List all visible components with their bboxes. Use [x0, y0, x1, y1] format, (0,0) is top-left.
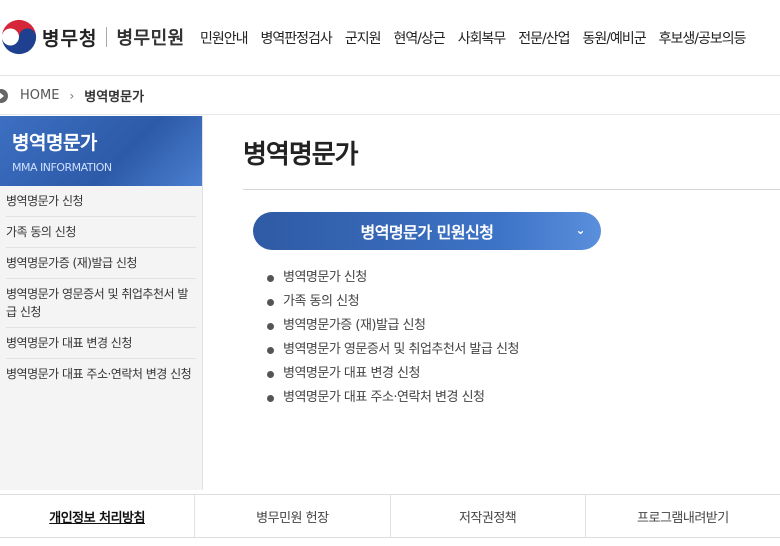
list-item-label: 병역명문가 대표 주소·연락처 변경 신청: [283, 390, 485, 405]
list-item-label: 가족 동의 신청: [283, 294, 360, 309]
site-footer: 개인정보 처리방침 병무민원 헌장 저작권정책 프로그램내려받기: [0, 494, 780, 538]
bullet-icon: [267, 298, 274, 306]
sidebar-header: 병역명문가 MMA INFORMATION: [0, 116, 202, 186]
list-item-label: 병역명문가증 (재)발급 신청: [283, 318, 426, 333]
list-item-label: 병역명문가 대표 변경 신청: [283, 366, 420, 381]
nav-conscription-exam[interactable]: 병역판정검사: [261, 28, 333, 48]
mma-emblem-icon: [1, 19, 37, 55]
sidebar: 병역명문가 MMA INFORMATION 병역명문가 신청 가족 동의 신청 …: [0, 116, 203, 490]
nav-civil-guide[interactable]: 민원안내: [200, 28, 249, 48]
nav-active-duty[interactable]: 현역/상근: [393, 28, 445, 48]
nav-professional-industry[interactable]: 전문/산업: [518, 28, 570, 48]
sidebar-item-family-consent[interactable]: 가족 동의 신청: [6, 217, 196, 248]
title-divider: [243, 189, 780, 190]
global-nav: 민원안내 병역판정검사 군지원 현역/상근 사회복무 전문/산업 동원/예비군 …: [200, 28, 759, 48]
nav-social-service[interactable]: 사회복무: [458, 28, 507, 48]
home-icon[interactable]: [0, 88, 8, 103]
footer-program-download[interactable]: 프로그램내려받기: [586, 495, 780, 537]
list-item[interactable]: 가족 동의 신청: [267, 290, 519, 314]
footer-civil-charter[interactable]: 병무민원 헌장: [195, 495, 391, 537]
sidebar-menu: 병역명문가 신청 가족 동의 신청 병역명문가증 (재)발급 신청 병역명문가 …: [0, 186, 202, 389]
application-list: 병역명문가 신청 가족 동의 신청 병역명문가증 (재)발급 신청 병역명문가 …: [267, 266, 519, 410]
breadcrumb-current: 병역명문가: [84, 90, 145, 105]
list-item[interactable]: 병역명문가 신청: [267, 266, 519, 290]
bullet-icon: [267, 346, 274, 354]
sidebar-subtitle: MMA INFORMATION: [12, 161, 112, 174]
list-item-label: 병역명문가 신청: [283, 270, 367, 285]
list-item[interactable]: 병역명문가 영문증서 및 취업추천서 발급 신청: [267, 338, 519, 362]
sidebar-item-certificate-reissue[interactable]: 병역명문가증 (재)발급 신청: [6, 248, 196, 279]
breadcrumb: HOME › 병역명문가: [0, 77, 780, 115]
nav-reserve-forces[interactable]: 동원/예비군: [582, 28, 646, 48]
civil-application-label: 병역명문가 민원신청: [360, 223, 494, 242]
list-item[interactable]: 병역명문가증 (재)발급 신청: [267, 314, 519, 338]
chevron-down-icon: ⌄: [575, 223, 585, 237]
nav-military-application[interactable]: 군지원: [345, 28, 382, 48]
bullet-icon: [267, 274, 274, 282]
org-name: 병무청: [42, 27, 98, 50]
footer-privacy-policy[interactable]: 개인정보 처리방침: [0, 495, 196, 537]
nav-candidates[interactable]: 후보생/공보의등: [659, 28, 747, 48]
main-content: 병역명문가 병역명문가 민원신청 ⌄ 병역명문가 신청 가족 동의 신청 병역명…: [243, 116, 780, 405]
sidebar-item-representative-change[interactable]: 병역명문가 대표 변경 신청: [6, 328, 196, 359]
bullet-icon: [267, 394, 274, 402]
sidebar-title: 병역명문가: [12, 132, 97, 154]
bullet-icon: [267, 322, 274, 330]
sidebar-item-contact-change[interactable]: 병역명문가 대표 주소·연락처 변경 신청: [6, 359, 196, 389]
list-item[interactable]: 병역명문가 대표 변경 신청: [267, 362, 519, 386]
service-name: 병무민원: [116, 28, 185, 49]
chevron-right-icon: ›: [69, 88, 75, 103]
breadcrumb-home[interactable]: HOME: [20, 88, 59, 103]
bullet-icon: [267, 370, 274, 378]
sidebar-item-english-certificate[interactable]: 병역명문가 영문증서 및 취업추천서 발급 신청: [6, 279, 196, 328]
sidebar-item-apply[interactable]: 병역명문가 신청: [6, 186, 196, 217]
site-header: 병무청 병무민원 민원안내 병역판정검사 군지원 현역/상근 사회복무 전문/산…: [0, 0, 780, 76]
list-item-label: 병역명문가 영문증서 및 취업추천서 발급 신청: [283, 342, 519, 357]
civil-application-dropdown-button[interactable]: 병역명문가 민원신청 ⌄: [253, 212, 601, 250]
site-logo[interactable]: 병무청 병무민원: [0, 18, 185, 56]
page-title: 병역명문가: [243, 140, 359, 170]
logo-divider: [106, 27, 108, 47]
list-item[interactable]: 병역명문가 대표 주소·연락처 변경 신청: [267, 386, 519, 410]
footer-copyright-policy[interactable]: 저작권정책: [391, 495, 586, 537]
